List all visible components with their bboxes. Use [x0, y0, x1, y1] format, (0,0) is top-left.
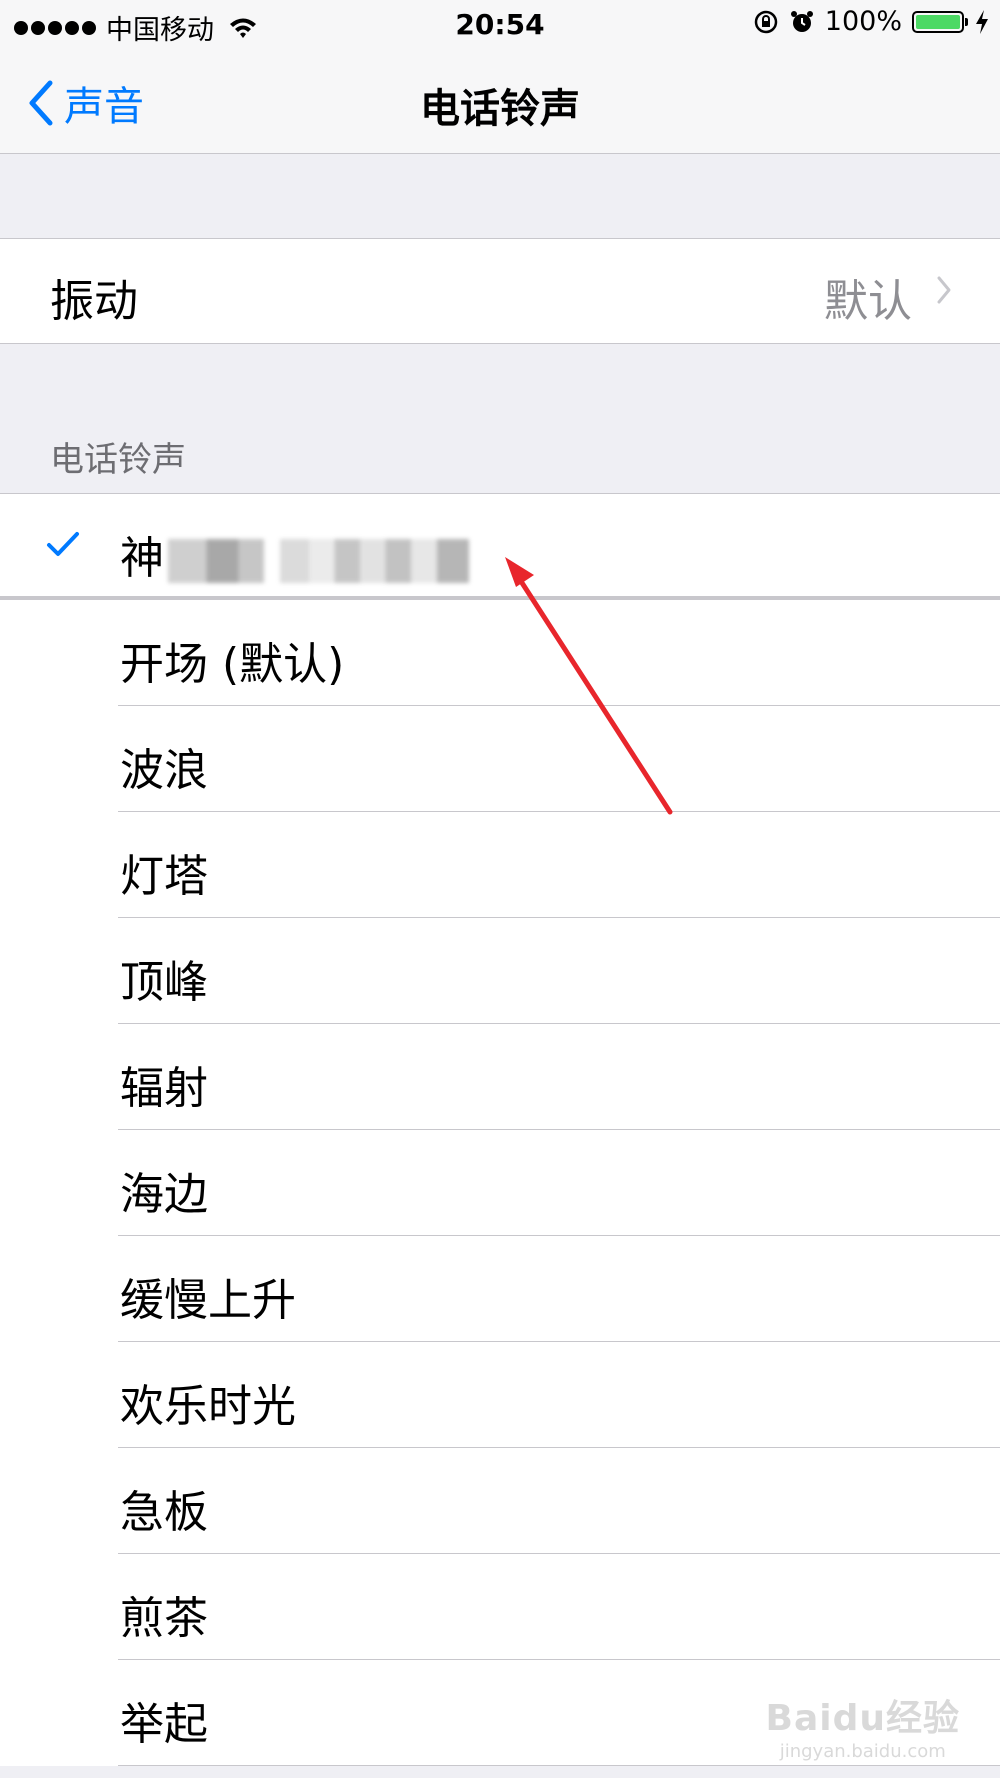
battery-percent: 100% [824, 6, 902, 37]
ringtone-label: 海边 [120, 1169, 208, 1220]
watermark-sub: jingyan.baidu.com [779, 1741, 946, 1762]
status-right: 100% [753, 6, 990, 37]
watermark-main: Baidu经验 [765, 1698, 960, 1739]
ringtone-label: 开场 (默认) [120, 639, 345, 690]
vibration-label: 振动 [50, 276, 138, 327]
ringtone-row[interactable]: 顶峰 [0, 918, 1000, 1024]
ringtone-label: 辐射 [120, 1063, 208, 1114]
watermark: Baidu经验 jingyan.baidu.com [766, 1689, 960, 1762]
ringtone-row[interactable]: 波浪 [0, 706, 1000, 812]
vibration-value: 默认 [824, 276, 912, 327]
ringtone-row[interactable]: 辐射 [0, 1024, 1000, 1130]
ringtone-label: 波浪 [120, 745, 208, 796]
ringtone-row-selected[interactable]: 神 [0, 494, 1000, 600]
ringtone-label: 欢乐时光 [120, 1381, 296, 1432]
ringtone-row[interactable]: 海边 [0, 1130, 1000, 1236]
ringtone-row[interactable]: 急板 [0, 1448, 1000, 1554]
ringtone-row[interactable]: 开场 (默认) [0, 600, 1000, 706]
ringtone-label: 举起 [120, 1699, 208, 1750]
ringtone-row[interactable]: 煎茶 [0, 1554, 1000, 1660]
ringtone-label: 煎茶 [120, 1593, 208, 1644]
orientation-lock-icon [754, 10, 778, 33]
ringtone-label: 顶峰 [120, 957, 208, 1008]
row-divider [118, 1765, 1000, 1766]
alarm-icon [790, 10, 813, 32]
status-bar: 中国移动 20:54 100% [0, 0, 1000, 50]
checkmark-icon [47, 532, 79, 556]
ringtone-label: 神 [120, 522, 488, 586]
section-header: 电话铃声 [50, 440, 186, 480]
ringtone-name-visible: 神 [120, 533, 164, 584]
battery-icon [912, 10, 968, 33]
ringtone-list: 神 开场 (默认) 波浪 灯塔 顶峰 辐射 海边 缓慢上升 欢乐时光 急板 煎茶 [0, 493, 1000, 1766]
page-title: 电话铃声 [420, 86, 580, 132]
ringtone-label: 灯塔 [120, 851, 208, 902]
chevron-right-icon [937, 276, 951, 304]
obscured-text [168, 539, 488, 583]
vibration-row[interactable]: 振动 默认 [0, 238, 1000, 344]
charging-bolt-icon [976, 9, 988, 34]
ringtone-label: 缓慢上升 [120, 1275, 296, 1326]
battery-fill [916, 14, 960, 29]
ringtone-row[interactable]: 灯塔 [0, 812, 1000, 918]
ringtone-label: 急板 [120, 1487, 208, 1538]
nav-bar: 声音 电话铃声 [0, 50, 1000, 154]
ringtone-row[interactable]: 缓慢上升 [0, 1236, 1000, 1342]
ringtone-row[interactable]: 欢乐时光 [0, 1342, 1000, 1448]
